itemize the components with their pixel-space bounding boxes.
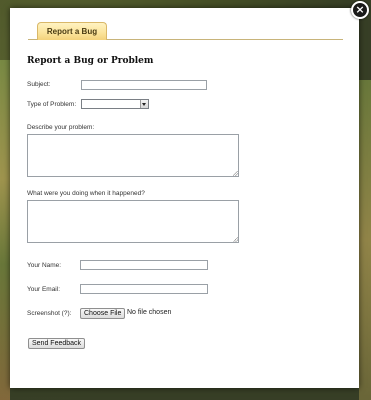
activity-label: What were you doing when it happened? <box>27 190 145 197</box>
send-feedback-button[interactable]: Send Feedback <box>28 338 86 349</box>
form-heading: Report a Bug or Problem <box>27 56 154 66</box>
description-label: Describe your problem: <box>27 124 95 131</box>
bug-report-dialog: Report a Bug Report a Bug or Problem Sub… <box>10 8 359 388</box>
activity-resize-handle-icon[interactable] <box>233 237 238 242</box>
background-decoration-left <box>0 60 10 400</box>
email-input[interactable] <box>80 284 208 294</box>
subject-input[interactable] <box>81 80 207 90</box>
subject-label: Subject: <box>27 81 51 88</box>
choose-file-button[interactable]: Choose File <box>80 308 126 319</box>
activity-textarea[interactable] <box>27 200 239 243</box>
email-label: Your Email: <box>27 286 60 293</box>
problem-type-label: Type of Problem: <box>27 101 77 108</box>
description-resize-handle-icon[interactable] <box>233 171 238 176</box>
description-textarea[interactable] <box>27 134 239 177</box>
close-icon[interactable]: × <box>351 1 369 19</box>
file-status-text: No file chosen <box>127 309 172 316</box>
name-input[interactable] <box>80 260 208 270</box>
name-label: Your Name: <box>27 262 62 269</box>
screenshot-label: Screenshot (?): <box>27 310 72 317</box>
background-decoration-right <box>359 80 371 400</box>
problem-type-select[interactable] <box>81 99 149 109</box>
tab-report-a-bug[interactable]: Report a Bug <box>37 22 107 40</box>
chevron-down-icon[interactable] <box>140 100 148 108</box>
